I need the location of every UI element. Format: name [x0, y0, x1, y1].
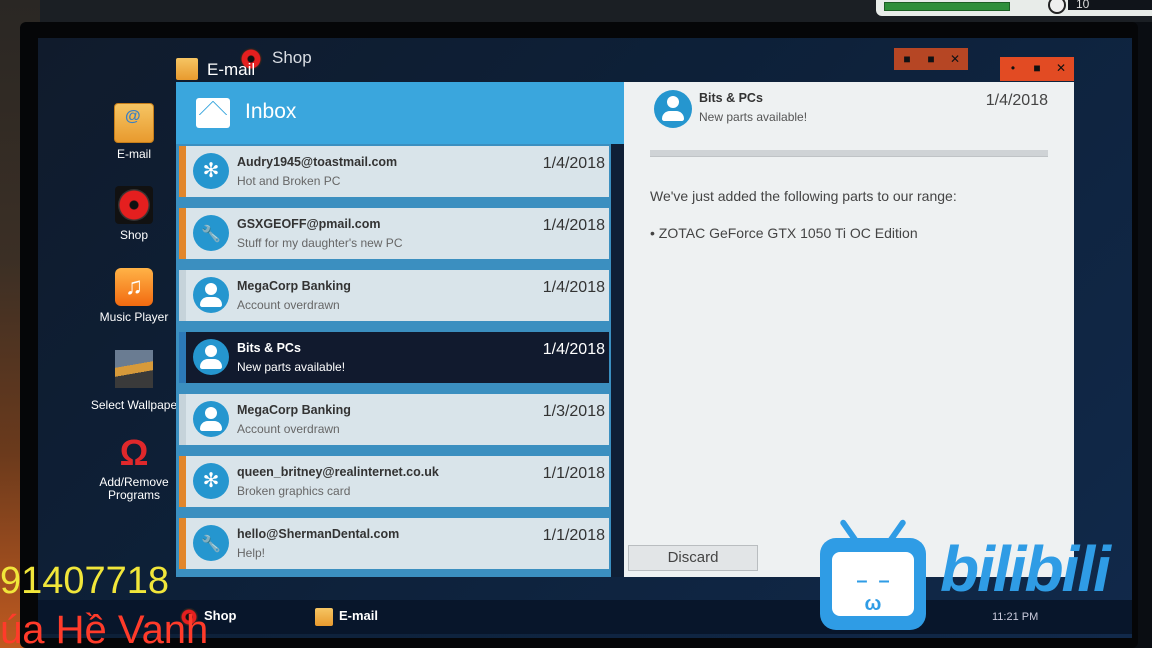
- person-icon: [193, 401, 229, 437]
- tv-screen: – – ω: [832, 552, 914, 616]
- maximize-icon[interactable]: ■: [1032, 62, 1042, 74]
- wrench-icon: [193, 525, 229, 561]
- email-window-title: E-mail: [207, 60, 256, 79]
- tv-body: – – ω: [820, 538, 926, 630]
- item-date: 1/1/2018: [542, 527, 605, 544]
- taskbar-item-shop[interactable]: Shop: [204, 608, 237, 623]
- item-sender: queen_britney@realinternet.co.uk: [237, 465, 439, 479]
- email-icon[interactable]: [315, 608, 333, 626]
- taskbar-clock: 11:21 PM: [992, 611, 1039, 623]
- inbox-title: Inbox: [245, 100, 297, 123]
- person-icon: [193, 277, 229, 313]
- inbox-item[interactable]: MegaCorp Banking Account overdrawn 1/3/2…: [179, 394, 609, 445]
- hud-clock-icon: [1048, 0, 1066, 14]
- item-sender: MegaCorp Banking: [237, 403, 351, 417]
- inbox-item[interactable]: queen_britney@realinternet.co.uk Broken …: [179, 456, 609, 507]
- email-window-icon: [176, 58, 198, 80]
- item-subject: Account overdrawn: [237, 422, 340, 436]
- desktop-icon-select-wallpaper[interactable]: Select Wallpape: [86, 350, 182, 412]
- item-subject: Stuff for my daughter's new PC: [237, 236, 403, 250]
- reading-pane: Bits & PCs New parts available! 1/4/2018…: [624, 82, 1074, 577]
- desktop-icon-label: E-mail: [116, 147, 151, 161]
- item-subject: Help!: [237, 546, 266, 560]
- desktop-icon-music-player[interactable]: ♫ Music Player: [86, 268, 182, 324]
- bilibili-watermark: bilibili: [940, 533, 1111, 605]
- maximize-icon[interactable]: ■: [926, 53, 936, 65]
- item-sender: Bits & PCs: [237, 341, 301, 355]
- wallpaper-icon: [115, 350, 153, 388]
- inbox-item[interactable]: GSXGEOFF@pmail.com Stuff for my daughter…: [179, 208, 609, 259]
- item-date: 1/4/2018: [542, 341, 605, 358]
- inbox-scrollbar[interactable]: [611, 144, 624, 577]
- close-icon[interactable]: ✕: [950, 53, 960, 65]
- person-icon: [654, 90, 692, 128]
- person-icon: [193, 339, 229, 375]
- email-window-controls: • ■ ✕: [1000, 57, 1074, 81]
- desktop-icon-add-remove-programs[interactable]: Ω Add/Remove Programs: [86, 434, 182, 502]
- reader-divider: [650, 150, 1048, 157]
- item-subject: Account overdrawn: [237, 298, 340, 312]
- overlay-text: úa Hề Vanh: [0, 608, 209, 648]
- inbox-list[interactable]: Audry1945@toastmail.com Hot and Broken P…: [176, 144, 624, 577]
- hud-value: 10: [1076, 0, 1090, 11]
- tv-face: – – ω: [856, 570, 890, 615]
- reader-body-line: • ZOTAC GeForce GTX 1050 Ti OC Edition: [650, 225, 918, 241]
- desktop-icon-email[interactable]: E-mail: [86, 103, 182, 161]
- shop-window-controls[interactable]: ■ ■ ✕: [894, 48, 968, 70]
- item-subject: Hot and Broken PC: [237, 174, 341, 188]
- email-window: Inbox Audry1945@toastmail.com Hot and Br…: [176, 82, 1074, 577]
- bilibili-tv-logo-icon: – – ω: [820, 518, 926, 630]
- fan-icon: [193, 153, 229, 189]
- inbox-item[interactable]: MegaCorp Banking Account overdrawn 1/4/2…: [179, 270, 609, 321]
- omega-icon: Ω: [119, 432, 149, 473]
- reader-sender: Bits & PCs: [699, 91, 763, 105]
- email-icon: [114, 103, 154, 143]
- taskbar-item-email[interactable]: E-mail: [339, 608, 378, 623]
- inbox-item[interactable]: Audry1945@toastmail.com Hot and Broken P…: [179, 146, 609, 197]
- item-date: 1/4/2018: [542, 279, 605, 296]
- item-sender: Audry1945@toastmail.com: [237, 155, 398, 169]
- hud-progress-bar: [884, 2, 1010, 11]
- desktop-icon-label: Select Wallpape: [90, 398, 178, 412]
- item-date: 1/1/2018: [542, 465, 605, 482]
- music-note-icon: ♫: [115, 268, 153, 306]
- inbox-item-selected[interactable]: Bits & PCs New parts available! 1/4/2018: [179, 332, 609, 383]
- reader-subject: New parts available!: [699, 110, 808, 124]
- item-subject: New parts available!: [237, 360, 346, 374]
- item-subject: Broken graphics card: [237, 484, 351, 498]
- desktop-icon-label: Shop: [119, 228, 149, 242]
- minimize-icon[interactable]: •: [1008, 62, 1018, 74]
- discard-button[interactable]: Discard: [628, 545, 758, 571]
- fan-icon: [193, 463, 229, 499]
- shop-window-title: Shop: [272, 48, 312, 67]
- reader-date: 1/4/2018: [985, 92, 1048, 109]
- inbox-item[interactable]: hello@ShermanDental.com Help! 1/1/2018: [179, 518, 609, 569]
- envelope-icon: [196, 98, 230, 128]
- inbox-header: Inbox: [176, 82, 624, 144]
- item-date: 1/4/2018: [542, 155, 605, 172]
- overlay-number: 91407718: [0, 560, 170, 602]
- minimize-icon[interactable]: ■: [902, 53, 912, 65]
- item-sender: MegaCorp Banking: [237, 279, 351, 293]
- wrench-icon: [193, 215, 229, 251]
- desktop-icon-label: Music Player: [99, 310, 169, 324]
- item-sender: GSXGEOFF@pmail.com: [237, 217, 381, 231]
- email-window-titlebar[interactable]: E-mail: [176, 56, 256, 82]
- shop-fan-icon: [115, 186, 153, 224]
- item-date: 1/4/2018: [542, 217, 605, 234]
- item-sender: hello@ShermanDental.com: [237, 527, 400, 541]
- hud-value-panel: 10: [1068, 0, 1152, 11]
- game-hud: 10: [876, 0, 1152, 16]
- desktop-icon-label: Add/Remove Programs: [99, 475, 169, 502]
- desktop-icon-shop[interactable]: Shop: [86, 186, 182, 242]
- item-date: 1/3/2018: [542, 403, 605, 420]
- reader-body-line: We've just added the following parts to …: [650, 188, 957, 204]
- close-icon[interactable]: ✕: [1056, 62, 1066, 74]
